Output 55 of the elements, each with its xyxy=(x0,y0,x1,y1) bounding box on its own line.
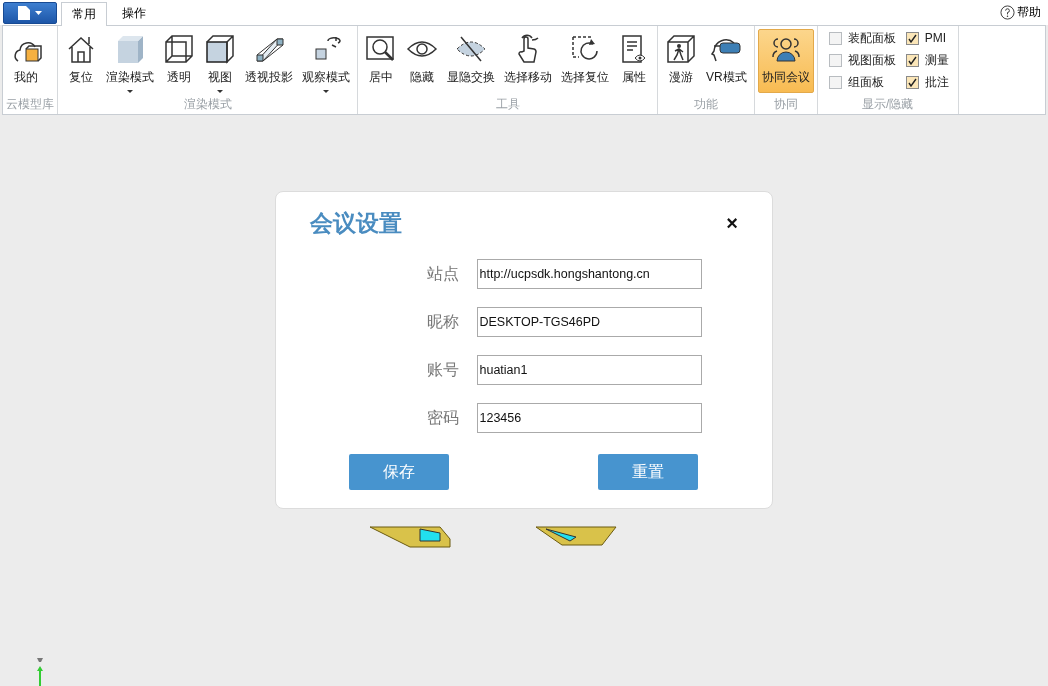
ribbon-button[interactable]: 复位 xyxy=(61,29,101,93)
walking-person-icon xyxy=(665,33,697,65)
input-field[interactable]: DESKTOP-TGS46PD xyxy=(476,307,702,337)
ribbon-button[interactable]: VR模式 xyxy=(702,29,751,93)
ribbon-button[interactable]: 观察模式 xyxy=(298,29,354,93)
ribbon-button[interactable]: 透视投影 xyxy=(241,29,297,93)
axis-indicator-icon xyxy=(35,658,45,686)
group-label: 功能 xyxy=(692,96,719,113)
checkbox-option[interactable]: 批注 xyxy=(905,71,949,93)
checkbox-option[interactable]: PMI xyxy=(905,27,949,49)
group-label: 工具 xyxy=(494,96,521,113)
checkbox-option[interactable]: 装配面板 xyxy=(828,27,896,49)
group-label: 云模型库 xyxy=(6,96,54,113)
ribbon-button[interactable]: 漫游 xyxy=(661,29,701,93)
dialog-title: 会议设置 xyxy=(310,209,402,238)
input-field[interactable]: 123456 xyxy=(476,403,702,433)
ribbon-button[interactable]: 居中 xyxy=(361,29,401,93)
checkbox[interactable] xyxy=(828,31,842,45)
ribbon-button[interactable]: 隐藏 xyxy=(402,29,442,93)
field-label: 站点 xyxy=(426,263,459,284)
ribbon-button[interactable]: 渲染模式 xyxy=(102,29,158,93)
checkbox[interactable] xyxy=(828,75,842,89)
ribbon-tab[interactable]: 操作 xyxy=(111,2,157,24)
checkbox[interactable] xyxy=(905,75,919,89)
checkbox[interactable] xyxy=(905,31,919,45)
field-label: 账号 xyxy=(426,359,459,380)
checkbox-option[interactable]: 视图面板 xyxy=(828,49,896,71)
input-field[interactable]: huatian1 xyxy=(476,355,702,385)
ribbon-button[interactable]: 视图 xyxy=(200,29,240,93)
ribbon-tab[interactable]: 常用 xyxy=(61,2,107,26)
caret-icon xyxy=(35,11,42,15)
help-button[interactable]: 帮助 xyxy=(996,4,1045,21)
field-label: 昵称 xyxy=(426,311,459,332)
input-field[interactable]: http://ucpsdk.hongshantong.cn xyxy=(476,259,702,289)
group-label: 渲染模式 xyxy=(182,96,233,113)
help-icon xyxy=(1000,5,1015,20)
ribbon-button[interactable]: 属性 xyxy=(614,29,654,93)
ribbon-button[interactable]: 协同会议 xyxy=(757,29,814,93)
ribbon-button[interactable]: 选择复位 xyxy=(557,29,613,93)
ribbon-button[interactable]: 我的 xyxy=(6,29,46,93)
checkbox-option[interactable]: 测量 xyxy=(905,49,949,71)
close-button[interactable]: × xyxy=(722,212,742,235)
app-menu-button[interactable] xyxy=(3,2,57,24)
ribbon-button[interactable]: 透明 xyxy=(159,29,199,93)
ribbon-button[interactable]: 显隐交换 xyxy=(443,29,499,93)
wireframe-cube-icon xyxy=(163,33,195,65)
ribbon-button[interactable]: 选择移动 xyxy=(500,29,556,93)
document-icon xyxy=(18,6,30,20)
group-label: 协同 xyxy=(772,96,799,113)
checkbox[interactable] xyxy=(828,53,842,67)
cube-icon xyxy=(204,33,236,65)
checkbox-option[interactable]: 组面板 xyxy=(828,71,896,93)
field-label: 密码 xyxy=(426,407,459,428)
checkbox[interactable] xyxy=(905,53,919,67)
group-label: 显示/隐藏 xyxy=(861,96,915,113)
